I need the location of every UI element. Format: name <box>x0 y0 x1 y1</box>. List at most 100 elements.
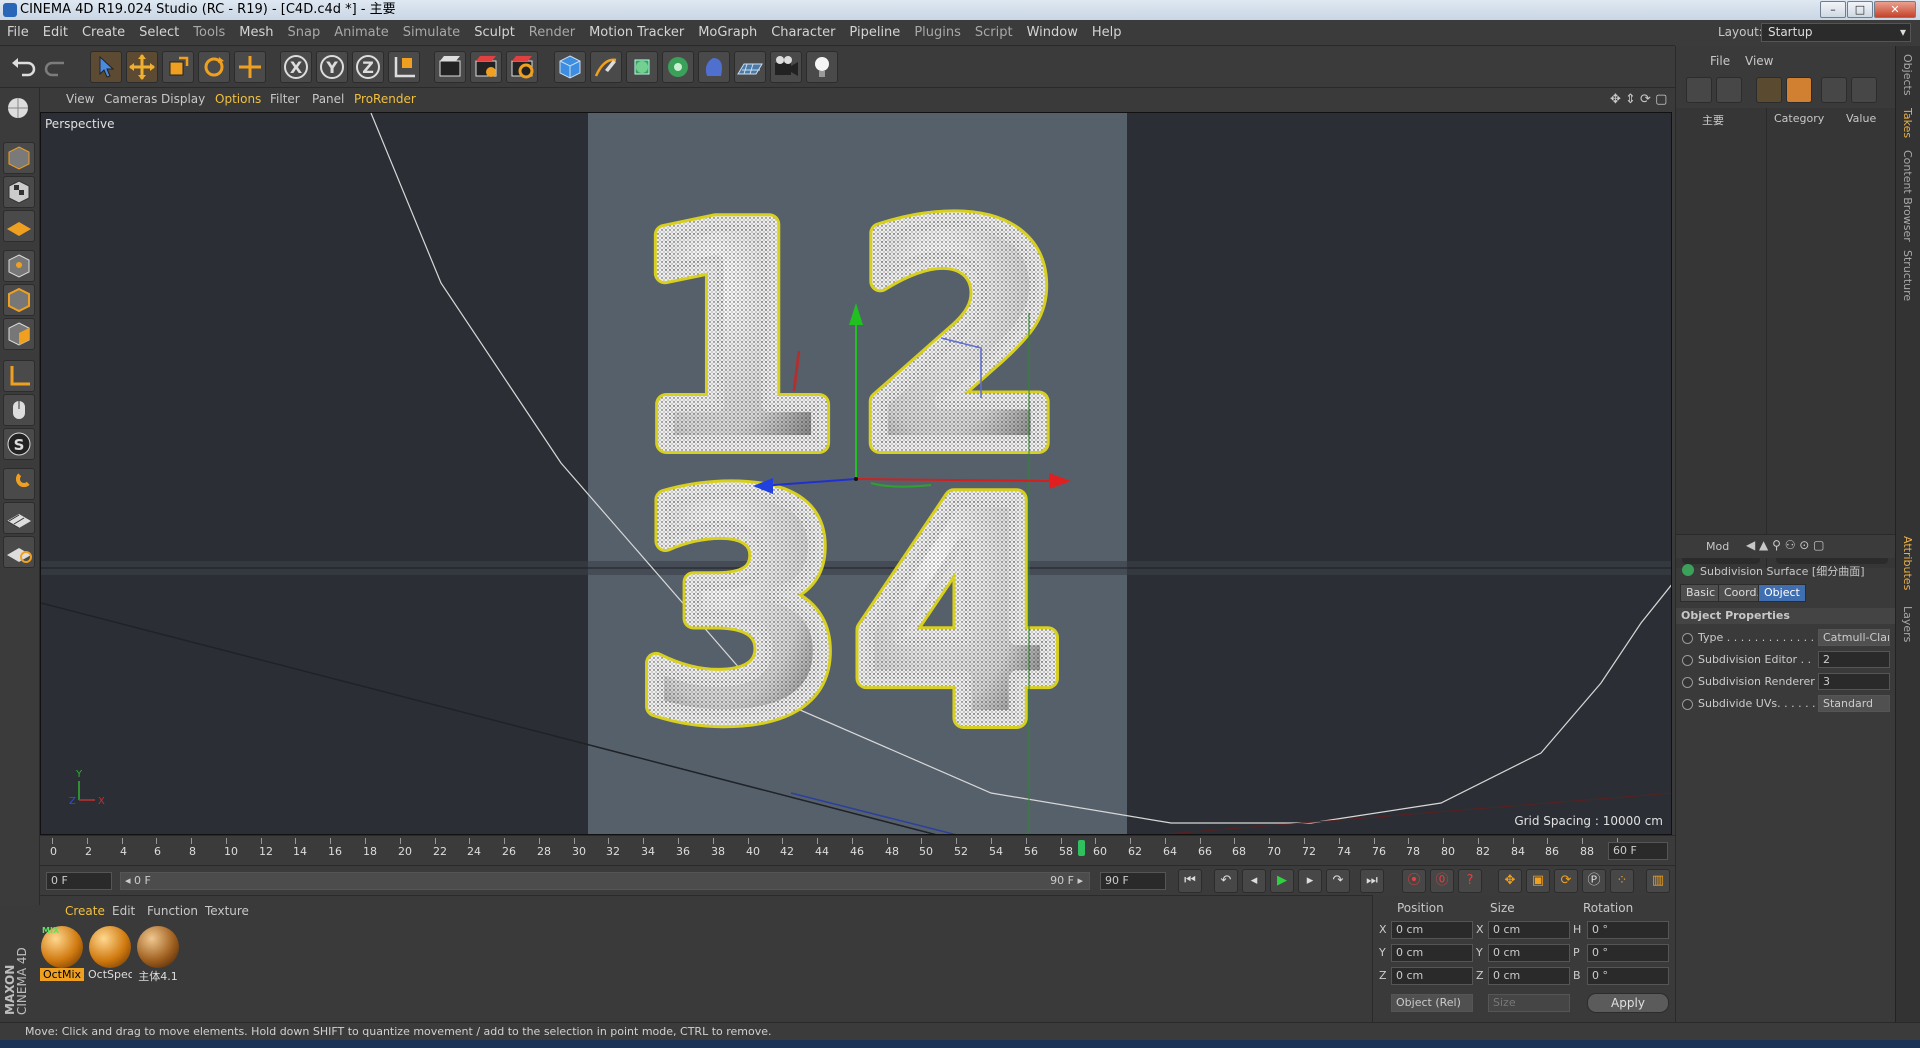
object-tree[interactable]: 主要 Category Value <box>1676 108 1896 568</box>
menu-edit[interactable]: Edit <box>36 20 75 46</box>
edges-mode-icon[interactable] <box>3 284 35 316</box>
playhead-marker[interactable] <box>1078 840 1085 856</box>
menu-mesh[interactable]: Mesh <box>232 20 280 46</box>
locked-workplane-icon[interactable] <box>3 502 35 534</box>
coordinate-system-icon[interactable] <box>388 51 420 83</box>
menu-tools[interactable]: Tools <box>186 20 232 46</box>
previous-frame-icon[interactable]: ◂ <box>1242 869 1266 893</box>
material-menu-create[interactable]: Create <box>65 904 105 918</box>
add-object-icon[interactable] <box>1686 77 1712 103</box>
size-mode-dropdown[interactable]: Size <box>1488 994 1570 1012</box>
animate-property-icon[interactable] <box>1682 633 1693 644</box>
play-forward-icon[interactable]: ▶ <box>1270 869 1294 893</box>
record-point-level-icon[interactable]: ⁘ <box>1610 869 1634 893</box>
viewport-menu-cameras[interactable]: Cameras <box>104 92 157 106</box>
menu-animate[interactable]: Animate <box>327 20 395 46</box>
next-key-icon[interactable]: ↷ <box>1326 869 1350 893</box>
rotation-h-field[interactable]: 0 ° <box>1587 921 1669 939</box>
material-octmix[interactable]: MIX OctMix <box>40 926 84 986</box>
rotation-b-field[interactable]: 0 ° <box>1587 967 1669 985</box>
side-tab-objects[interactable]: Objects <box>1901 54 1914 96</box>
subdivision-editor-field[interactable]: 2 <box>1818 651 1890 668</box>
record-scale-icon[interactable]: ▣ <box>1526 869 1550 893</box>
x-axis-lock-icon[interactable]: X <box>280 51 312 83</box>
live-selection-icon[interactable] <box>234 51 266 83</box>
start-frame-field[interactable]: 0 F <box>46 872 112 890</box>
menu-help[interactable]: Help <box>1085 20 1129 46</box>
apply-button[interactable]: Apply <box>1587 993 1669 1013</box>
axis-mode-icon[interactable] <box>3 360 35 392</box>
layout-dropdown[interactable]: Startup ▾ <box>1761 23 1911 42</box>
pen-spline-icon[interactable] <box>590 51 622 83</box>
tab-object[interactable]: Object <box>1758 584 1806 602</box>
workplane-mode-icon[interactable] <box>3 210 35 242</box>
move-tool-icon[interactable] <box>126 51 158 83</box>
perspective-viewport[interactable]: 1 1 1 2 2 2 3 3 3 4 4 4 Y X Z Perspectiv… <box>40 112 1672 835</box>
points-mode-icon[interactable] <box>3 250 35 282</box>
cube-primitive-icon[interactable] <box>554 51 586 83</box>
animate-property-icon[interactable] <box>1682 699 1693 710</box>
subdivision-renderer-field[interactable]: 3 <box>1818 673 1890 690</box>
enable-snap-icon[interactable] <box>3 468 35 500</box>
viewport-menu-view[interactable]: View <box>66 92 94 106</box>
menu-motion-tracker[interactable]: Motion Tracker <box>582 20 691 46</box>
menu-pipeline[interactable]: Pipeline <box>842 20 907 46</box>
material-main-4-1[interactable]: 主体4.1 <box>136 926 180 986</box>
record-rotation-icon[interactable]: ⟳ <box>1554 869 1578 893</box>
preview-range-slider[interactable]: ◂ 0 F 90 F ▸ <box>120 872 1090 890</box>
material-menu-function[interactable]: Function <box>147 904 198 918</box>
viewport-menu-display[interactable]: Display <box>161 92 205 106</box>
floor-environment-icon[interactable] <box>734 51 766 83</box>
menu-plugins[interactable]: Plugins <box>907 20 968 46</box>
viewport-menu-prorender[interactable]: ProRender <box>354 92 416 106</box>
viewport-menu-filter[interactable]: Filter <box>270 92 300 106</box>
size-x-field[interactable]: 0 cm <box>1488 921 1570 939</box>
previous-key-icon[interactable]: ↶ <box>1214 869 1238 893</box>
menu-select[interactable]: Select <box>132 20 186 46</box>
rotate-tool-icon[interactable] <box>198 51 230 83</box>
viewport-menu-panel[interactable]: Panel <box>312 92 344 106</box>
tab-basic[interactable]: Basic <box>1680 584 1722 602</box>
y-axis-lock-icon[interactable]: Y <box>316 51 348 83</box>
size-y-field[interactable]: 0 cm <box>1488 944 1570 962</box>
objects-menu-file[interactable]: File <box>1710 54 1730 68</box>
menu-sculpt[interactable]: Render <box>522 20 582 46</box>
size-z-field[interactable]: 0 cm <box>1488 967 1570 985</box>
menu-mograph[interactable]: MoGraph <box>691 20 764 46</box>
viewport-navigation-icons[interactable]: ✥ ⇕ ⟳ ▢ <box>1610 92 1667 107</box>
record-position-icon[interactable]: ✥ <box>1498 869 1522 893</box>
side-tab-content-browser[interactable]: Content Browser <box>1901 150 1914 242</box>
menu-window[interactable]: Window <box>1020 20 1085 46</box>
make-editable-icon[interactable] <box>3 92 35 124</box>
object-settings-icon[interactable] <box>1716 77 1742 103</box>
object-tree-item[interactable]: 主要 <box>1702 112 1724 128</box>
side-tab-layers[interactable]: Layers <box>1901 606 1914 642</box>
attributes-navigation-icons[interactable]: ◀ ▲ ⚲ ⚇ ⊙ ▢ <box>1746 538 1824 552</box>
scale-tool-icon[interactable] <box>162 51 194 83</box>
mograph-cloner-icon[interactable] <box>662 51 694 83</box>
current-frame-field[interactable]: 60 F <box>1608 842 1668 860</box>
z-axis-lock-icon[interactable]: Z <box>352 51 384 83</box>
rotation-p-field[interactable]: 0 ° <box>1587 944 1669 962</box>
animate-property-icon[interactable] <box>1682 677 1693 688</box>
texture-mode-icon[interactable] <box>3 176 35 208</box>
undo-icon[interactable] <box>8 51 40 83</box>
position-y-field[interactable]: 0 cm <box>1391 944 1473 962</box>
animate-property-icon[interactable] <box>1682 655 1693 666</box>
render-to-picture-viewer-icon[interactable] <box>470 51 502 83</box>
type-dropdown[interactable]: Catmull-Clark <box>1818 629 1890 646</box>
viewport-menu-options[interactable]: Options <box>215 92 261 106</box>
position-x-field[interactable]: 0 cm <box>1391 921 1473 939</box>
selection-arrow-icon[interactable] <box>90 51 122 83</box>
keyframe-selection-icon[interactable]: ? <box>1458 869 1482 893</box>
side-tab-takes[interactable]: Takes <box>1901 108 1914 138</box>
menu-script[interactable]: Script <box>968 20 1020 46</box>
timeline-window-icon[interactable]: ▥ <box>1646 869 1670 893</box>
attributes-mode-menu[interactable]: Mod <box>1706 540 1729 553</box>
next-frame-icon[interactable]: ▸ <box>1298 869 1322 893</box>
maximize-icon[interactable]: □ <box>1847 1 1873 18</box>
planar-workplane-icon[interactable] <box>3 536 35 568</box>
side-tab-attributes[interactable]: Attributes <box>1901 536 1914 590</box>
menu-snap[interactable]: Snap <box>281 20 328 46</box>
solo-mode-icon[interactable]: S <box>3 428 35 460</box>
